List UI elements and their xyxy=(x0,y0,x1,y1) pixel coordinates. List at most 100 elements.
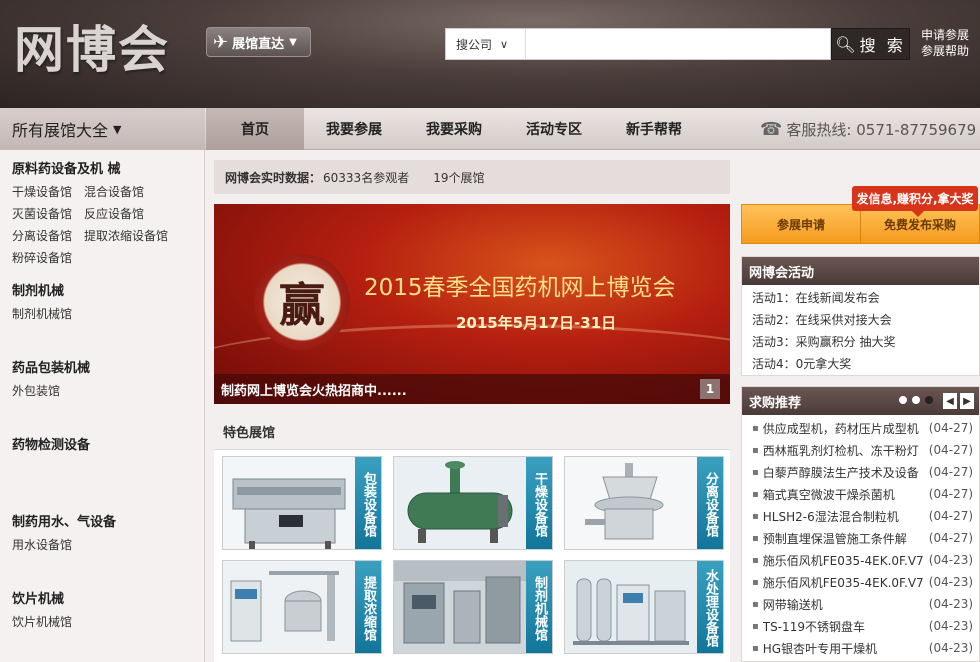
promo-tag[interactable]: 发信息,赚积分,拿大奖 xyxy=(852,186,978,217)
purchase-item[interactable]: ▪ 预制直埋保温管施工条件解 (04-27) xyxy=(742,527,979,549)
hall-tile-separation[interactable]: 分离设备馆 xyxy=(564,456,724,550)
all-halls-label: 所有展馆大全 xyxy=(12,121,109,140)
carousel-dot[interactable] xyxy=(899,396,907,404)
drum-character: 赢 xyxy=(279,278,325,332)
purchase-item[interactable]: ▪ 白藜芦醇膜法生产技术及设备 (04-27) xyxy=(742,461,979,483)
category-link[interactable]: 灭菌设备馆 xyxy=(12,203,72,225)
purchase-item[interactable]: ▪ HLSH2-6湿法混合制粒机 (04-27) xyxy=(742,505,979,527)
bullet-icon: ▪ xyxy=(752,576,759,588)
carousel-dot[interactable] xyxy=(912,396,920,404)
purchase-name: TS-119不锈钢盘车 xyxy=(762,619,865,634)
hall-tile-label: 分离设备馆 xyxy=(697,457,723,549)
category-group: 制剂机械 制剂机械馆 xyxy=(12,280,197,325)
carousel-dot[interactable] xyxy=(925,396,933,404)
exhibit-help-link[interactable]: 参展帮助 xyxy=(921,43,969,59)
purchase-item[interactable]: ▪ 施乐佰风机FE035-4EK.0F.V7 (04-23) xyxy=(742,571,979,593)
hall-tile-label: 提取浓缩馆 xyxy=(355,561,381,653)
site-logo[interactable]: 网博会 xyxy=(14,10,170,82)
header-links: 申请参展 参展帮助 xyxy=(921,27,969,59)
category-group: 制药用水、气设备 用水设备馆 xyxy=(12,511,197,556)
bullet-icon: ▪ xyxy=(752,510,759,522)
category-link[interactable]: 制剂机械馆 xyxy=(12,303,72,325)
purchase-item[interactable]: ▪ 箱式真空微波干燥杀菌机 (04-27) xyxy=(742,483,979,505)
nav-purchase[interactable]: 我要采购 xyxy=(404,108,504,150)
search-button[interactable]: 🔍︎ 搜 索 xyxy=(831,28,910,60)
nav-exhibit[interactable]: 我要参展 xyxy=(305,108,403,150)
nav-newbie-help[interactable]: 新手帮帮 xyxy=(604,108,704,150)
water-treatment-photo xyxy=(565,561,697,653)
activity-item[interactable]: 活动4：0元拿大奖 xyxy=(742,352,979,374)
site-header: 网博会 ✈ 展馆直达 ▼ 搜公司 ∨ 🔍︎ 搜 索 申请参展 参展帮助 xyxy=(0,0,980,108)
category-link[interactable]: 饮片机械馆 xyxy=(12,611,72,633)
next-arrow-icon[interactable]: ▶ xyxy=(960,393,974,409)
category-title[interactable]: 饮片机械 xyxy=(12,588,197,607)
purchase-item[interactable]: ▪ 网带输送机 (04-23) xyxy=(742,593,979,615)
category-title[interactable]: 制药用水、气设备 xyxy=(12,511,197,530)
purchase-date: (04-23) xyxy=(928,597,974,611)
activity-item[interactable]: 活动1：在线新闻发布会 xyxy=(742,286,979,308)
activity-item[interactable]: 活动2：在线采供对接大会 xyxy=(742,308,979,330)
hero-banner[interactable]: 赢 2015春季全国药机网上博览会 2015年5月17日-31日 制药网上博览会… xyxy=(214,204,730,404)
category-link[interactable]: 粉碎设备馆 xyxy=(12,247,72,269)
banner-title: 2015春季全国药机网上博览会 xyxy=(364,275,676,301)
nav-home[interactable]: 首页 xyxy=(206,108,304,150)
category-link[interactable]: 反应设备馆 xyxy=(84,203,144,225)
purchase-name: 施乐佰风机FE035-4EK.0F.V7 xyxy=(762,553,924,568)
category-link[interactable]: 提取浓缩设备馆 xyxy=(84,225,168,247)
activity-item[interactable]: 活动3：采购赢积分 抽大奖 xyxy=(742,330,979,352)
purchase-name: 网带输送机 xyxy=(762,597,823,612)
apply-exhibit-button[interactable]: 参展申请 xyxy=(742,205,860,243)
featured-halls: 特色展馆 包装设备馆 干燥设备馆 分离设备馆 提取浓缩馆 制剂机械馆 水处理设备… xyxy=(214,414,730,662)
search-icon: 🔍︎ xyxy=(835,34,856,54)
purchase-date: (04-27) xyxy=(928,443,974,457)
hotline-text: 客服热线: 0571-87759679 xyxy=(786,120,977,139)
purchase-item[interactable]: ▪ TS-119不锈钢盘车 (04-23) xyxy=(742,615,979,637)
prev-arrow-icon[interactable]: ◀ xyxy=(943,393,957,409)
hall-tile-packaging[interactable]: 包装设备馆 xyxy=(222,456,382,550)
nav-activities[interactable]: 活动专区 xyxy=(504,108,604,150)
hall-tile-drying[interactable]: 干燥设备馆 xyxy=(393,456,553,550)
purchase-date: (04-23) xyxy=(928,619,974,633)
category-group: 饮片机械 饮片机械馆 xyxy=(12,588,197,633)
banner-caption: 制药网上博览会火热招商中...... 1 xyxy=(214,374,730,404)
category-link[interactable]: 分离设备馆 xyxy=(12,225,72,247)
purchase-date: (04-23) xyxy=(928,553,974,567)
purchase-name: 白藜芦醇膜法生产技术及设备 xyxy=(762,465,919,480)
airplane-icon: ✈ xyxy=(213,31,229,53)
category-links: 制剂机械馆 xyxy=(12,303,197,325)
banner-caption-text[interactable]: 制药网上博览会火热招商中...... xyxy=(221,380,407,399)
category-link[interactable]: 用水设备馆 xyxy=(12,534,72,556)
purchase-date: (04-27) xyxy=(928,487,974,501)
purchase-item[interactable]: ▪ 西林瓶乳剂灯检机、冻干粉灯 (04-27) xyxy=(742,439,979,461)
purchase-item[interactable]: ▪ 供应成型机，药材压片成型机 (04-27) xyxy=(742,417,979,439)
hall-tile-extraction[interactable]: 提取浓缩馆 xyxy=(222,560,382,654)
bullet-icon: ▪ xyxy=(752,598,759,610)
category-link[interactable]: 干燥设备馆 xyxy=(12,181,72,203)
purchase-item[interactable]: ▪ 施乐佰风机FE035-4EK.0F.V7 (04-23) xyxy=(742,549,979,571)
hall-tile-label: 包装设备馆 xyxy=(355,457,381,549)
hall-direct-button[interactable]: ✈ 展馆直达 ▼ xyxy=(206,27,311,57)
extraction-unit-photo xyxy=(223,561,355,653)
category-title[interactable]: 制剂机械 xyxy=(12,280,197,299)
hotline: ☎ 客服热线: 0571-87759679 xyxy=(760,108,976,150)
hall-tile-water[interactable]: 水处理设备馆 xyxy=(564,560,724,654)
purchase-item[interactable]: ▪ HG银杏叶专用干燥机 (04-23) xyxy=(742,637,979,659)
activities-panel: 网博会活动 活动1：在线新闻发布会 活动2：在线采供对接大会 活动3：采购赢积分… xyxy=(741,256,980,376)
banner-page-indicator[interactable]: 1 xyxy=(700,379,720,399)
phone-icon: ☎ xyxy=(760,118,783,140)
search-type-select[interactable]: 搜公司 ∨ xyxy=(445,28,525,60)
apply-exhibit-link[interactable]: 申请参展 xyxy=(921,27,969,43)
category-title[interactable]: 药品包装机械 xyxy=(12,357,197,376)
search-input[interactable] xyxy=(525,28,831,60)
purchase-panel: 求购推荐 ◀ ▶ ▪ 供应成型机，药材压片成型机 (04-27) ▪ 西林瓶乳剂灯检机… xyxy=(741,386,980,662)
category-link[interactable]: 外包装馆 xyxy=(12,380,60,402)
category-title[interactable]: 原料药设备及机 械 xyxy=(12,158,197,177)
featured-title: 特色展馆 xyxy=(214,414,730,450)
bullet-icon: ▪ xyxy=(752,466,759,478)
hall-tile-label: 干燥设备馆 xyxy=(526,457,552,549)
category-title[interactable]: 药物检测设备 xyxy=(12,434,90,453)
all-halls-menu[interactable]: 所有展馆大全 ▼ xyxy=(0,108,205,150)
category-link[interactable]: 混合设备馆 xyxy=(84,181,144,203)
hall-tile-pharma[interactable]: 制剂机械馆 xyxy=(393,560,553,654)
purchase-date: (04-27) xyxy=(928,465,974,479)
